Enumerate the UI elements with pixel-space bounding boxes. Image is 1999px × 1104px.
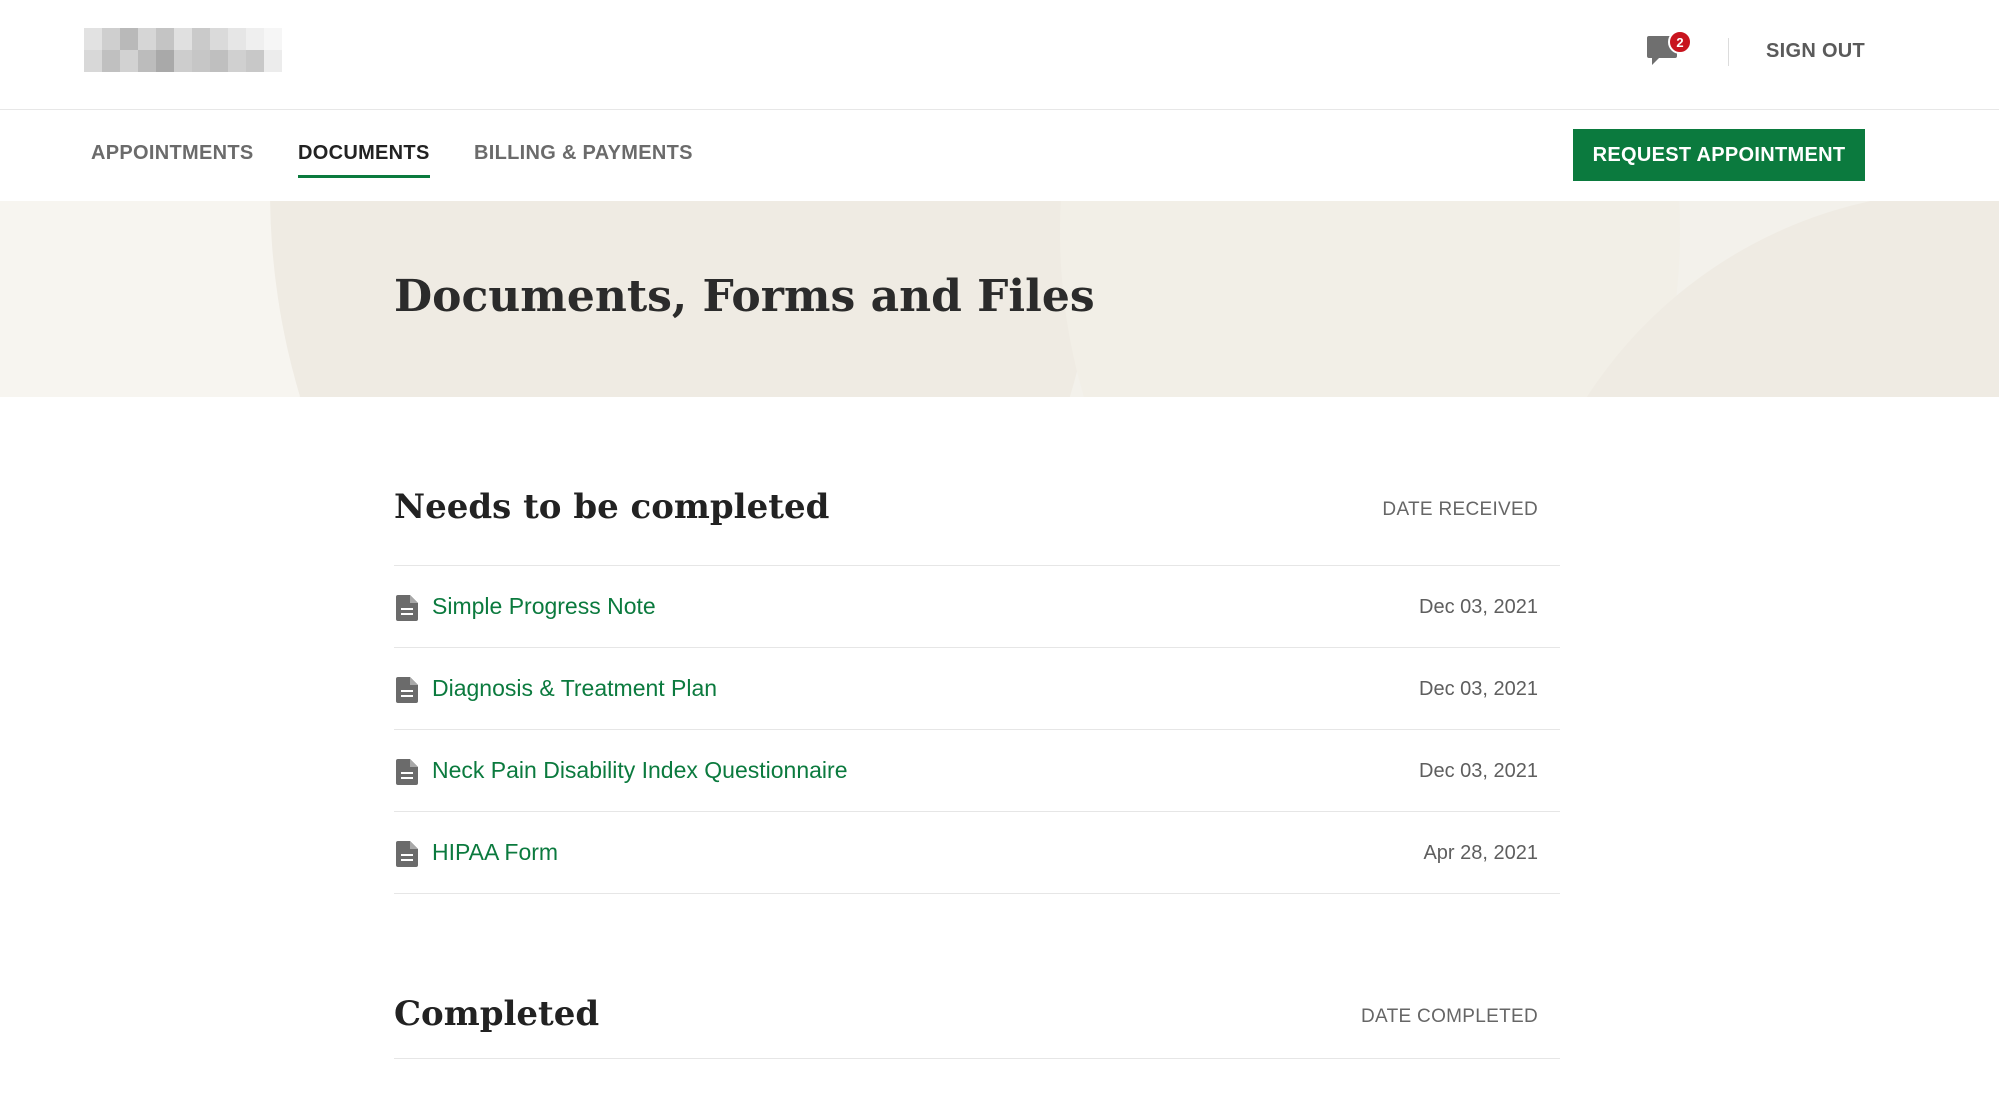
section-title: Completed [394, 994, 600, 1034]
main-nav: APPOINTMENTS DOCUMENTS BILLING & PAYMENT… [0, 111, 1999, 201]
header-divider [1728, 38, 1729, 66]
request-appointment-button[interactable]: REQUEST APPOINTMENT [1573, 129, 1865, 181]
document-link[interactable]: HIPAA Form [432, 839, 558, 866]
document-link[interactable]: Diagnosis & Treatment Plan [432, 675, 717, 702]
date-received-column-label: DATE RECEIVED [1382, 499, 1538, 520]
sign-out-link[interactable]: SIGN OUT [1766, 40, 1865, 63]
document-icon [396, 841, 418, 867]
list-item: Simple Progress Note Dec 03, 2021 [394, 566, 1560, 648]
page-hero: Documents, Forms and Files [0, 201, 1999, 397]
completed-documents-section: Completed DATE COMPLETED [394, 972, 1560, 1059]
list-item: Neck Pain Disability Index Questionnaire… [394, 730, 1560, 812]
document-link[interactable]: Neck Pain Disability Index Questionnaire [432, 757, 847, 784]
tab-documents[interactable]: DOCUMENTS [298, 142, 430, 178]
list-item: HIPAA Form Apr 28, 2021 [394, 812, 1560, 894]
tab-billing-payments[interactable]: BILLING & PAYMENTS [474, 142, 693, 175]
pending-documents-list: Simple Progress Note Dec 03, 2021 Diagno… [394, 565, 1560, 894]
pending-documents-section: Needs to be completed DATE RECEIVED Simp… [394, 465, 1560, 894]
hero-decoration [1060, 201, 1680, 397]
section-header: Needs to be completed DATE RECEIVED [394, 465, 1560, 565]
unread-messages-badge: 2 [1668, 30, 1692, 54]
section-header: Completed DATE COMPLETED [394, 972, 1560, 1072]
list-item: Diagnosis & Treatment Plan Dec 03, 2021 [394, 648, 1560, 730]
document-icon [396, 595, 418, 621]
page-title: Documents, Forms and Files [394, 271, 1095, 322]
messages-button[interactable]: 2 [1646, 30, 1692, 74]
date-received: Dec 03, 2021 [1419, 760, 1538, 782]
top-header: 2 SIGN OUT [0, 0, 1999, 110]
document-icon [396, 677, 418, 703]
date-received: Dec 03, 2021 [1419, 596, 1538, 618]
date-received: Apr 28, 2021 [1423, 842, 1538, 864]
section-title: Needs to be completed [394, 487, 830, 527]
tab-appointments[interactable]: APPOINTMENTS [91, 142, 254, 175]
practice-logo-pixelated[interactable] [84, 28, 282, 72]
date-received: Dec 03, 2021 [1419, 678, 1538, 700]
document-link[interactable]: Simple Progress Note [432, 593, 656, 620]
date-completed-column-label: DATE COMPLETED [1361, 1006, 1538, 1027]
document-icon [396, 759, 418, 785]
